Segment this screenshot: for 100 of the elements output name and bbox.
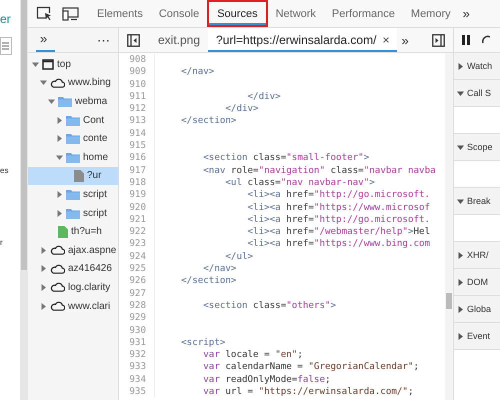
line-number: 923 <box>119 238 155 251</box>
pane-section-header[interactable]: Globa <box>454 296 500 323</box>
panel-tab[interactable]: Sources <box>207 0 268 27</box>
file-tree-item[interactable]: conte <box>28 129 118 148</box>
folder-icon <box>66 133 80 144</box>
expand-arrow-icon[interactable] <box>457 306 464 312</box>
pane-section-header[interactable]: XHR/ <box>454 242 500 269</box>
expand-arrow-icon[interactable] <box>40 246 47 254</box>
expand-arrow-icon[interactable] <box>32 60 39 68</box>
section-title: Scope <box>467 142 493 152</box>
cloud-icon <box>50 245 65 256</box>
folder-icon <box>58 96 72 107</box>
file-tree-item[interactable]: home <box>28 148 118 167</box>
expand-arrow-icon[interactable] <box>40 302 47 310</box>
pane-section-header[interactable]: DOM <box>454 269 500 296</box>
expand-arrow-icon[interactable] <box>457 90 464 96</box>
expand-arrow-icon[interactable] <box>48 98 55 105</box>
line-number: 916 <box>119 152 155 165</box>
line-number: 924 <box>119 250 155 264</box>
close-button[interactable]: × <box>382 28 390 52</box>
panel-tab[interactable]: Network <box>268 0 324 27</box>
section-title: Globa <box>467 304 492 314</box>
cloud-icon <box>50 78 65 88</box>
panel-tab[interactable]: Memory <box>402 0 459 27</box>
file-tree-item[interactable]: Cont <box>28 110 118 130</box>
line-number: 932 <box>119 349 155 362</box>
expand-arrow-icon[interactable] <box>40 79 47 86</box>
more-tabs-button[interactable]: » <box>401 32 409 48</box>
pane-section-header[interactable]: Scope <box>454 134 500 161</box>
file-tree-item[interactable]: ?ur <box>28 166 118 186</box>
section-title: Break <box>467 196 491 206</box>
code-line: var url = "https://erwinsalarda.com/"; <box>202 386 414 398</box>
code-line: var calendarName = "GregorianCalendar"; <box>202 361 420 374</box>
expand-arrow-icon[interactable] <box>457 332 464 340</box>
file-tree-item[interactable]: ajax.aspne <box>28 240 118 260</box>
pause-icon[interactable] <box>462 35 470 45</box>
inspect-icon[interactable] <box>36 6 52 21</box>
line-number: 930 <box>119 324 155 337</box>
pane-section-header[interactable]: Break <box>454 188 500 215</box>
scrollbar-thumb[interactable] <box>21 0 27 270</box>
expand-arrow-icon[interactable] <box>56 210 63 217</box>
expand-arrow-icon[interactable] <box>457 62 464 70</box>
expand-arrow-icon[interactable] <box>56 116 63 124</box>
line-number: 915 <box>119 140 155 152</box>
line-number: 922 <box>119 226 155 238</box>
section-title: XHR/ <box>467 250 489 260</box>
file-tree-item[interactable]: th?u=h <box>28 222 118 241</box>
toggle-sidebar-icon[interactable] <box>432 34 445 46</box>
expand-arrow-icon[interactable] <box>457 278 464 286</box>
more-tabs-button[interactable]: » <box>458 6 470 21</box>
line-number: 914 <box>119 128 155 140</box>
file-tree-item[interactable]: script <box>28 185 118 204</box>
more-options-button[interactable]: ⋯ <box>97 32 110 48</box>
pane-section-header[interactable]: Watch <box>454 53 500 80</box>
line-number: 931 <box>119 336 155 350</box>
file-tab-label[interactable]: exit.png <box>158 28 200 52</box>
line-number: 934 <box>119 374 155 386</box>
expand-arrow-icon[interactable] <box>56 190 63 198</box>
code-line: <nav role="navigation" class="navbar navba <box>202 164 436 177</box>
file-tab-label[interactable]: ?url=https://erwinsalarda.com/ <box>216 28 376 52</box>
expand-arrow-icon[interactable] <box>40 265 47 272</box>
pane-section-header[interactable]: Call S <box>454 80 500 107</box>
file-tree-item[interactable]: script <box>28 204 118 222</box>
expand-arrow-icon[interactable] <box>457 144 464 150</box>
file-tree-item[interactable]: www.clari <box>28 296 118 316</box>
scrollbar-thumb[interactable] <box>446 293 452 309</box>
file-tree-item[interactable]: www.bing <box>28 74 118 92</box>
expand-arrow-icon[interactable] <box>56 154 63 161</box>
panel-tab[interactable]: Performance <box>324 0 403 27</box>
line-number: 912 <box>119 103 155 116</box>
line-number: 935 <box>119 386 155 398</box>
expand-arrow-icon[interactable] <box>457 198 464 204</box>
expand-arrow-icon[interactable] <box>56 135 63 142</box>
line-number: 925 <box>119 263 155 276</box>
file-tree-item[interactable]: log.clarity <box>28 278 118 297</box>
code-line: </nav> <box>202 263 236 276</box>
page-text: es <box>0 166 8 175</box>
folder-icon <box>66 152 80 163</box>
file-tree-item[interactable]: webma <box>28 92 118 111</box>
panel-tab[interactable]: Elements <box>89 0 151 27</box>
folder-icon <box>66 114 80 126</box>
code-line: <ul class="nav navbar-nav"> <box>224 176 375 190</box>
code-line: </section> <box>180 115 236 128</box>
expand-arrow-icon[interactable] <box>40 284 47 291</box>
pane-section-header[interactable]: Event <box>454 323 500 350</box>
document-icon <box>58 226 68 238</box>
panel-tab[interactable]: Console <box>150 0 208 27</box>
device-icon[interactable] <box>62 6 79 20</box>
section-title: Call S <box>467 88 492 98</box>
line-number: 917 <box>119 164 155 177</box>
file-tree-item[interactable]: top <box>28 55 118 74</box>
expand-arrow-icon[interactable] <box>457 252 464 258</box>
line-number: 913 <box>119 115 155 128</box>
menu-icon[interactable] <box>0 37 12 55</box>
file-tree-item[interactable]: az416426 <box>28 260 118 278</box>
file-tab[interactable]: ?url=https://erwinsalarda.com/ × <box>208 28 398 52</box>
line-number: 919 <box>119 189 155 202</box>
navigator-tab[interactable]: » <box>36 28 56 52</box>
file-tab[interactable]: exit.png <box>150 28 208 52</box>
toggle-sidebar-icon[interactable] <box>127 34 140 46</box>
